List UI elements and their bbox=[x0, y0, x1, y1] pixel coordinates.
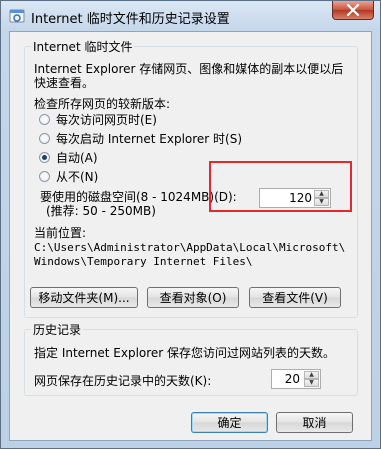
radio-never-label: 从不(N) bbox=[56, 169, 99, 184]
radio-every-visit-indicator[interactable] bbox=[39, 113, 50, 125]
current-location-path-line2: Windows\Temporary Internet Files\ bbox=[34, 255, 253, 268]
radio-every-visit-label: 每次访问网页时(E) bbox=[56, 112, 157, 127]
close-icon bbox=[346, 4, 360, 16]
radio-automatic-indicator[interactable] bbox=[39, 151, 50, 163]
history-days-value[interactable]: 20 bbox=[285, 372, 300, 386]
radio-every-start-label: 每次启动 Internet Explorer 时(S) bbox=[56, 131, 243, 146]
temp-files-group-title: Internet 临时文件 bbox=[31, 38, 135, 55]
history-spin-down-icon[interactable]: ▼ bbox=[304, 379, 319, 387]
temp-files-description-line2: 快速查看。 bbox=[34, 76, 95, 90]
view-files-button[interactable]: 查看文件(V) bbox=[249, 287, 341, 308]
history-days-label: 网页保存在历史记录中的天数(K): bbox=[34, 374, 212, 388]
view-objects-button[interactable]: 查看对象(O) bbox=[147, 287, 239, 308]
window-title: Internet 临时文件和历史记录设置 bbox=[31, 12, 230, 27]
move-folder-button[interactable]: 移动文件夹(M)... bbox=[30, 287, 138, 308]
dialog-body: Internet 临时文件 Internet Explorer 存储网页、图像和… bbox=[9, 31, 372, 441]
radio-automatic-label: 自动(A) bbox=[56, 150, 98, 165]
radio-automatic[interactable]: 自动(A) bbox=[39, 149, 98, 165]
settings-dialog: Internet 临时文件和历史记录设置 Internet 临时文件 Inter… bbox=[0, 0, 381, 449]
disk-space-recommendation: (推荐: 50 - 250MB) bbox=[46, 204, 156, 218]
check-newer-label: 检查所存网页的较新版本: bbox=[34, 97, 171, 111]
close-button[interactable] bbox=[332, 1, 374, 20]
history-spin-up-icon[interactable]: ▲ bbox=[304, 371, 319, 379]
history-days-spinbox[interactable]: 20 ▲ ▼ bbox=[271, 369, 321, 389]
radio-never[interactable]: 从不(N) bbox=[39, 168, 98, 184]
current-location-label: 当前位置: bbox=[34, 226, 87, 240]
radio-selected-dot bbox=[42, 154, 47, 160]
radio-every-visit[interactable]: 每次访问网页时(E) bbox=[39, 111, 157, 127]
radio-every-start-indicator[interactable] bbox=[39, 132, 50, 144]
radio-every-start[interactable]: 每次启动 Internet Explorer 时(S) bbox=[39, 130, 242, 146]
ok-button[interactable]: 确定 bbox=[191, 412, 268, 433]
history-group-title: 历史记录 bbox=[31, 321, 84, 338]
ie-settings-icon bbox=[9, 8, 25, 24]
radio-never-indicator[interactable] bbox=[39, 170, 50, 182]
cancel-button[interactable]: 取消 bbox=[276, 412, 353, 433]
annotation-highlight bbox=[209, 161, 352, 212]
history-group: 历史记录 指定 Internet Explorer 保存您访问过网站列表的天数。… bbox=[24, 321, 358, 396]
history-description: 指定 Internet Explorer 保存您访问过网站列表的天数。 bbox=[34, 346, 336, 360]
current-location-path-line1: C:\Users\Administrator\AppData\Local\Mic… bbox=[34, 241, 346, 254]
title-bar[interactable]: Internet 临时文件和历史记录设置 bbox=[1, 1, 380, 31]
